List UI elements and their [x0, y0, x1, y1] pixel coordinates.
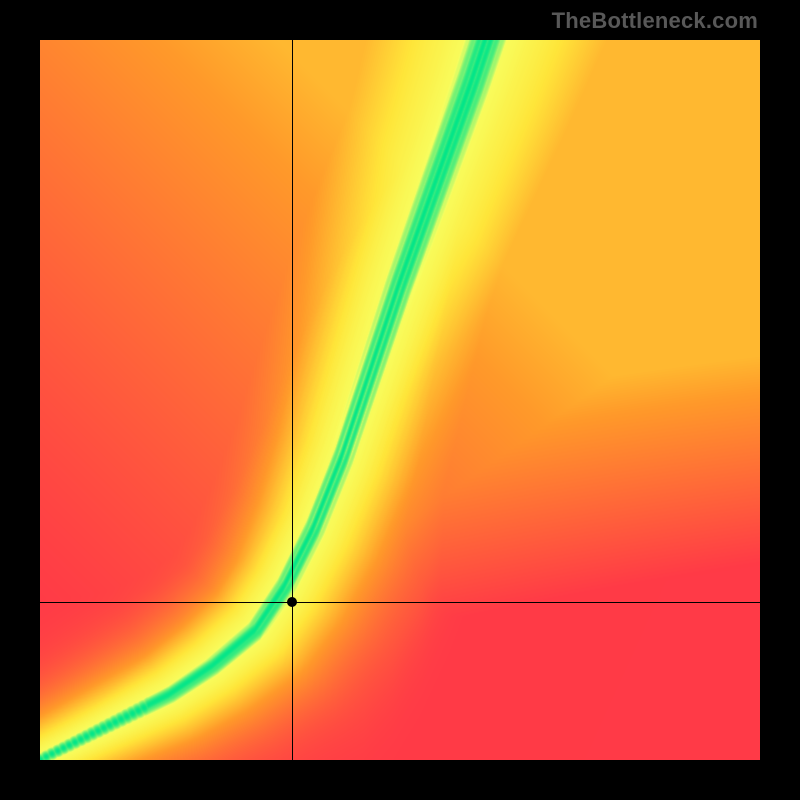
plot-area: [40, 40, 760, 760]
watermark-text: TheBottleneck.com: [552, 8, 758, 34]
heatmap-canvas: [40, 40, 760, 760]
chart-frame: TheBottleneck.com: [0, 0, 800, 800]
